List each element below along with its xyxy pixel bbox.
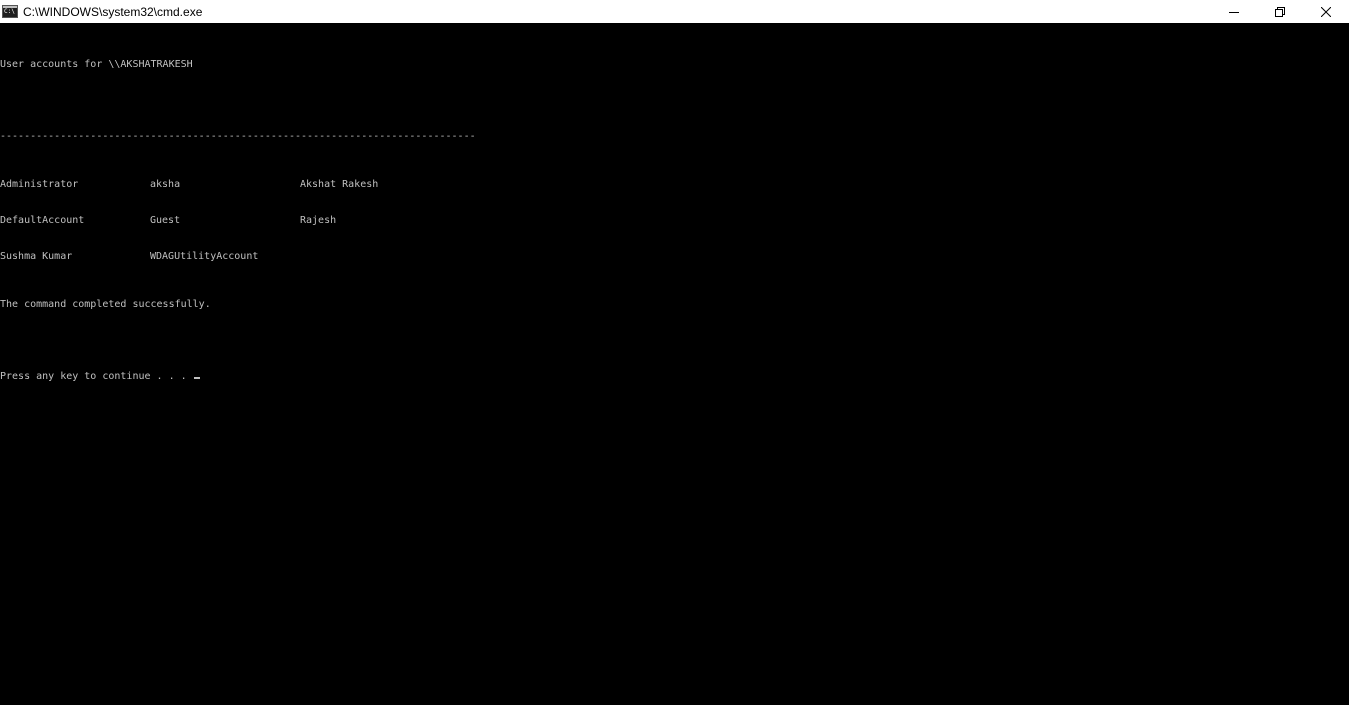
account-name: Guest [150, 215, 181, 226]
account-name: Administrator [0, 179, 79, 190]
account-row: Administrator aksha Akshat Rakesh [0, 179, 1349, 191]
window-controls [1211, 0, 1349, 23]
close-button[interactable] [1303, 0, 1349, 23]
minimize-icon [1229, 11, 1239, 13]
restore-button[interactable] [1257, 0, 1303, 23]
cmd-icon[interactable] [2, 5, 18, 18]
account-name [300, 251, 450, 263]
account-name: Akshat Rakesh [300, 179, 379, 190]
account-row: DefaultAccount Guest Rajesh [0, 215, 1349, 227]
account-name: Rajesh [300, 215, 337, 226]
console-header: User accounts for \\AKSHATRAKESH [0, 59, 193, 70]
console-prompt: Press any key to continue . . . [0, 371, 193, 382]
account-name: aksha [150, 179, 181, 190]
title-bar[interactable]: C:\WINDOWS\system32\cmd.exe [0, 0, 1349, 23]
cmd-window: C:\WINDOWS\system32\cmd.exe [0, 0, 1349, 705]
account-name: WDAGUtilityAccount [150, 251, 259, 262]
account-row: Sushma Kumar WDAGUtilityAccount [0, 251, 1349, 263]
close-icon [1321, 6, 1331, 17]
console-separator: ----------------------------------------… [0, 131, 476, 142]
account-name: Sushma Kumar [0, 251, 73, 262]
console-output[interactable]: User accounts for \\AKSHATRAKESH -------… [0, 35, 1349, 705]
prompt-line: Press any key to continue . . . [0, 371, 1349, 383]
window-title: C:\WINDOWS\system32\cmd.exe [23, 4, 203, 19]
text-cursor [193, 377, 200, 379]
minimize-button[interactable] [1211, 0, 1257, 23]
account-name: DefaultAccount [0, 215, 85, 226]
restore-icon [1275, 6, 1285, 17]
console-status: The command completed successfully. [0, 299, 211, 310]
